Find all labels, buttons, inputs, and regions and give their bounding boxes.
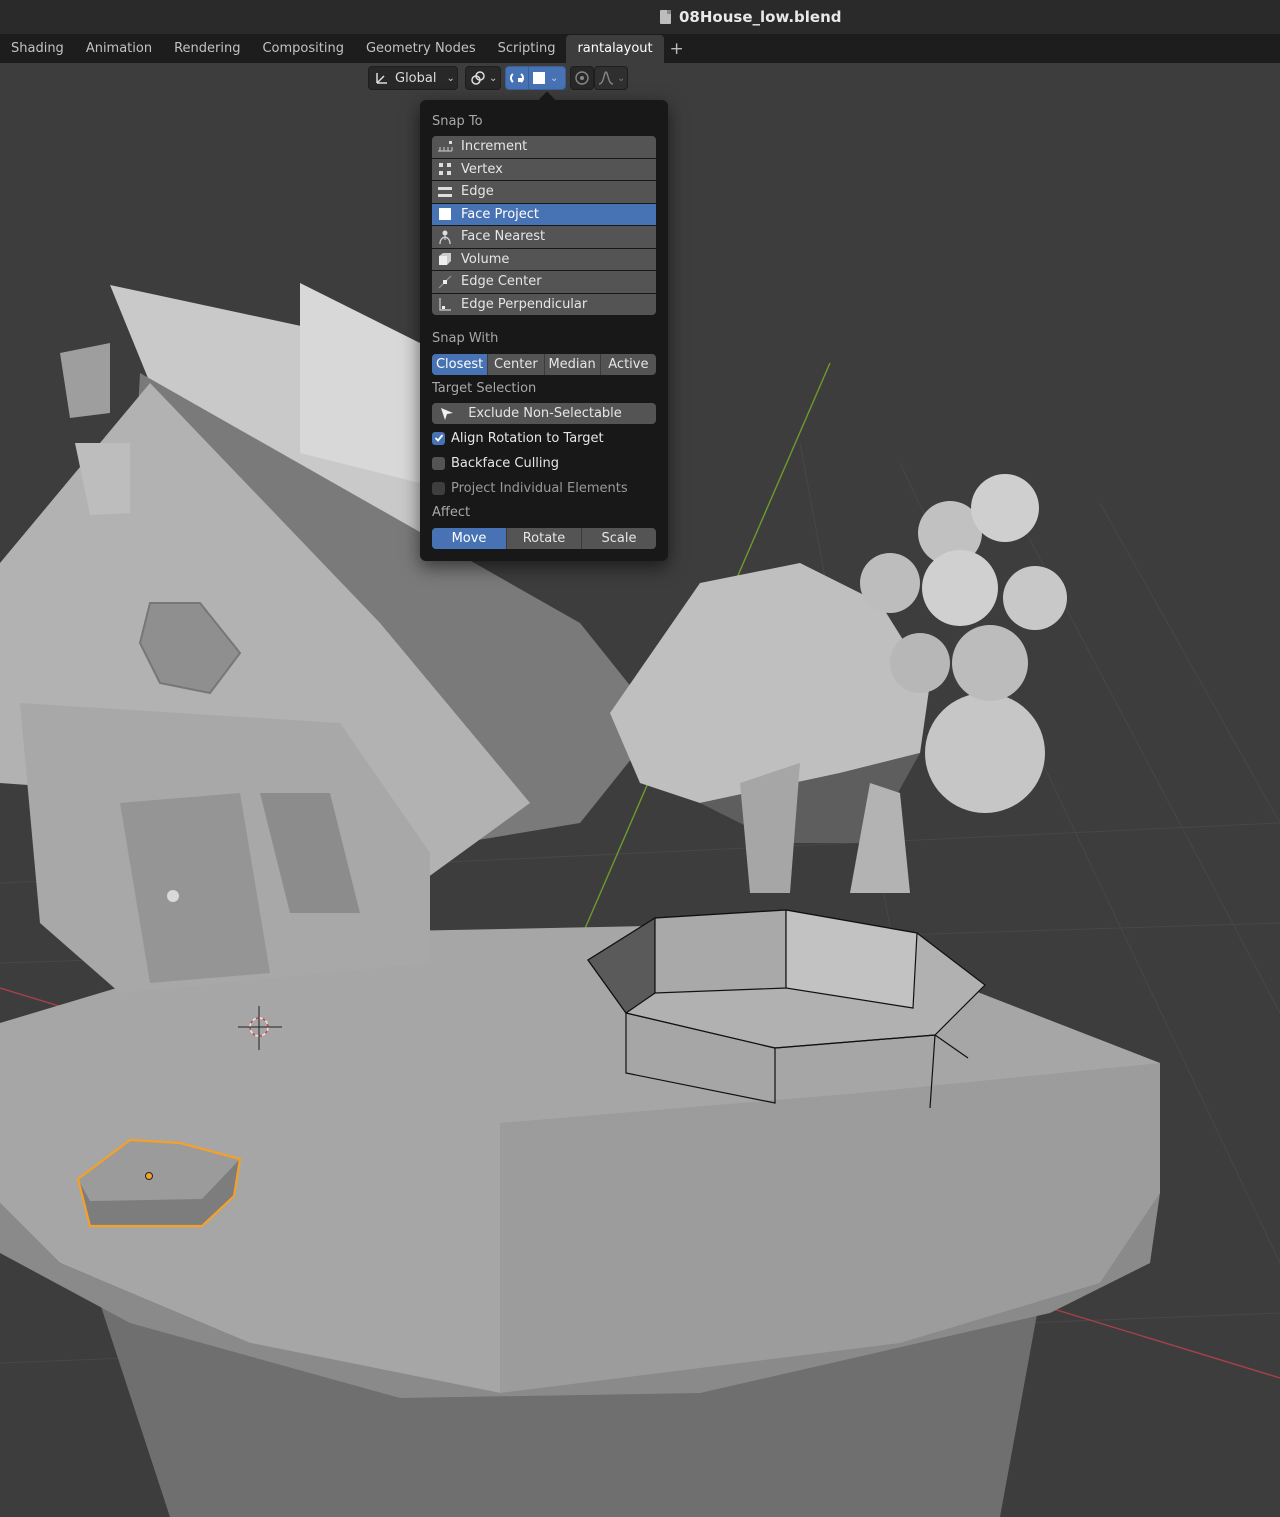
snap-with-closest[interactable]: Closest <box>432 354 489 375</box>
snap-toggle-button[interactable] <box>505 66 529 90</box>
chevron-down-icon: ⌄ <box>446 72 455 84</box>
edge-center-icon <box>437 274 453 290</box>
orientation-label: Global <box>395 70 437 86</box>
align-rotation-label: Align Rotation to Target <box>451 430 604 446</box>
title-bar: 08House_low.blend <box>0 0 1280 35</box>
tab-compositing[interactable]: Compositing <box>251 35 355 63</box>
add-workspace-button[interactable]: + <box>664 35 690 63</box>
exclude-non-selectable-label: Exclude Non-Selectable <box>468 406 622 421</box>
backface-culling-label: Backface Culling <box>451 455 560 471</box>
snap-to-list: Increment Vertex Edge Face Project Face … <box>432 136 656 316</box>
align-rotation-checkbox[interactable] <box>432 431 445 445</box>
snap-with-heading: Snap With <box>432 331 499 346</box>
transform-orientation-dropdown[interactable]: Global ⌄ <box>368 66 458 90</box>
tab-shading[interactable]: Shading <box>0 35 75 63</box>
face-project-icon <box>533 72 545 84</box>
snap-to-label: Face Project <box>461 206 540 222</box>
face-project-icon <box>437 206 453 222</box>
orientation-icon <box>376 73 387 84</box>
snap-to-item-face-nearest[interactable]: Face Nearest <box>432 226 656 248</box>
increment-icon <box>437 139 453 155</box>
proportional-edit-toggle[interactable] <box>570 66 594 90</box>
proportional-falloff-dropdown[interactable]: ⌄ <box>594 66 628 90</box>
project-individual-checkbox[interactable] <box>432 481 445 495</box>
snap-to-label: Edge <box>461 184 494 200</box>
backface-culling-checkbox[interactable] <box>432 456 445 470</box>
snap-target-dropdown[interactable]: ⌄ <box>528 66 566 90</box>
align-rotation-checkbox-row[interactable]: Align Rotation to Target <box>432 429 604 447</box>
snap-to-item-edge-center[interactable]: Edge Center <box>432 271 656 293</box>
tab-rendering[interactable]: Rendering <box>163 35 251 63</box>
snap-to-label: Increment <box>461 139 528 155</box>
falloff-curve-icon <box>598 71 614 85</box>
workspace-tabs: Shading Animation Rendering Compositing … <box>0 35 1280 63</box>
window-title-text: 08House_low.blend <box>679 8 842 26</box>
tab-geometry-nodes[interactable]: Geometry Nodes <box>355 35 487 63</box>
blend-file-icon <box>660 10 671 24</box>
snap-to-label: Edge Perpendicular <box>461 296 588 312</box>
exclude-non-selectable-button[interactable]: Exclude Non-Selectable <box>432 403 656 424</box>
pivot-point-dropdown[interactable]: ⌄ <box>465 66 501 90</box>
cursor-arrow-icon <box>441 407 453 420</box>
window-title: 08House_low.blend <box>660 7 842 27</box>
snap-to-item-edge[interactable]: Edge <box>432 181 656 203</box>
chevron-down-icon: ⌄ <box>617 72 626 84</box>
face-nearest-icon <box>437 229 453 245</box>
snap-to-label: Vertex <box>461 161 503 177</box>
project-individual-checkbox-row[interactable]: Project Individual Elements <box>432 479 628 497</box>
snap-to-label: Face Nearest <box>461 229 546 245</box>
volume-icon <box>437 251 453 267</box>
tab-rantalayout[interactable]: rantalayout <box>566 35 664 63</box>
tab-scripting[interactable]: Scripting <box>487 35 567 63</box>
backface-culling-checkbox-row[interactable]: Backface Culling <box>432 454 559 472</box>
tab-animation[interactable]: Animation <box>75 35 163 63</box>
affect-rotate[interactable]: Rotate <box>507 528 582 549</box>
affect-selector: Move Rotate Scale <box>432 528 656 549</box>
proportional-edit-icon <box>575 71 589 85</box>
snap-to-item-edge-perpendicular[interactable]: Edge Perpendicular <box>432 293 656 315</box>
snap-to-item-face-project[interactable]: Face Project <box>432 203 656 225</box>
snap-with-median[interactable]: Median <box>545 354 601 375</box>
affect-heading: Affect <box>432 505 471 520</box>
checkmark-icon <box>434 434 443 442</box>
snap-to-item-volume[interactable]: Volume <box>432 248 656 270</box>
snap-to-item-increment[interactable]: Increment <box>432 136 656 158</box>
edge-icon <box>437 184 453 200</box>
snap-to-label: Edge Center <box>461 274 542 290</box>
snap-settings-popover: Snap To Increment Vertex Edge Face Proje… <box>420 91 668 561</box>
project-individual-label: Project Individual Elements <box>451 480 628 496</box>
affect-scale[interactable]: Scale <box>582 528 656 549</box>
snap-to-heading: Snap To <box>432 114 483 129</box>
magnet-icon <box>510 73 524 83</box>
affect-move[interactable]: Move <box>432 528 507 549</box>
vertex-icon <box>437 161 453 177</box>
pivot-link-icon <box>471 71 485 85</box>
target-selection-heading: Target Selection <box>432 381 537 396</box>
tree-model <box>610 474 1067 893</box>
snap-with-active[interactable]: Active <box>601 354 656 375</box>
snap-to-label: Volume <box>461 251 510 267</box>
snap-with-selector: Closest Center Median Active <box>432 354 656 375</box>
snap-to-item-vertex[interactable]: Vertex <box>432 158 656 180</box>
chevron-down-icon: ⌄ <box>550 72 559 84</box>
edge-perpendicular-icon <box>437 296 453 312</box>
snap-with-center[interactable]: Center <box>488 354 545 375</box>
chevron-down-icon: ⌄ <box>489 72 498 84</box>
